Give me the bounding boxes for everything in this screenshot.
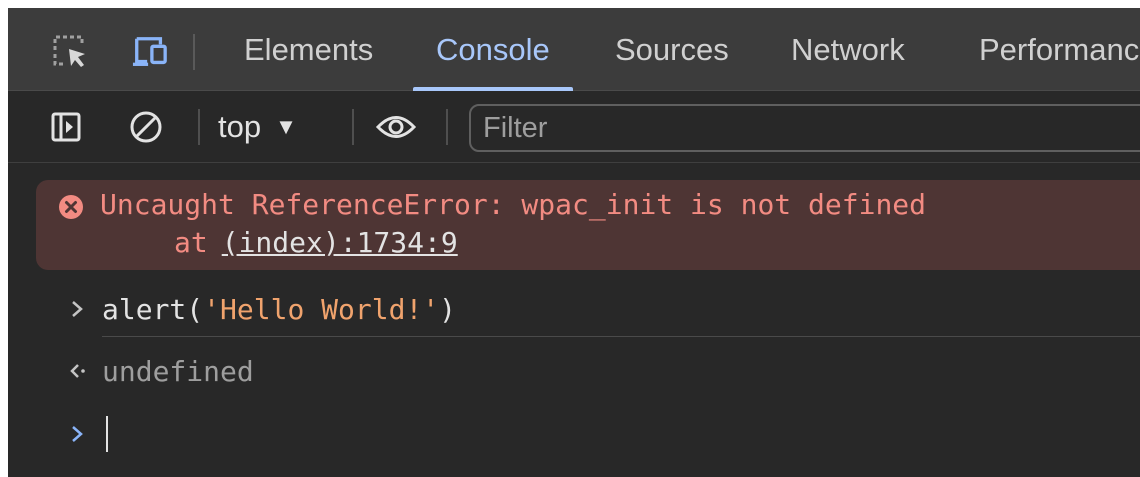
devtools-panel: Elements Console Sources Network Perform… <box>8 8 1140 477</box>
toolbar-separator <box>446 109 448 145</box>
error-message: Uncaught ReferenceError: wpac_init is no… <box>36 180 1140 270</box>
inspect-element-icon[interactable] <box>52 34 88 70</box>
text-cursor <box>106 416 108 452</box>
code-paren: ) <box>439 292 457 326</box>
tab-label: Network <box>791 31 905 67</box>
tab-label: Performanc <box>979 31 1140 67</box>
return-arrow-icon <box>64 343 90 399</box>
console-input-entry: alert('Hello World!') <box>8 281 1140 337</box>
toolbar-separator <box>198 109 200 145</box>
filter-input[interactable] <box>469 104 1140 152</box>
stack-at-label: at <box>174 226 208 259</box>
eye-icon[interactable] <box>376 107 416 147</box>
chevron-right-icon <box>64 281 90 337</box>
error-stack: at (index):1734:9 <box>174 226 458 259</box>
console-result-entry: undefined <box>8 343 1140 399</box>
row-divider <box>102 336 1140 337</box>
context-selector[interactable]: top ▼ <box>218 105 297 149</box>
tab-label: Elements <box>244 31 374 67</box>
console-input-code[interactable]: alert('Hello World!') <box>102 281 456 337</box>
prompt-chevron-icon <box>64 403 90 465</box>
tab-performance[interactable]: Performanc <box>979 8 1139 91</box>
tab-label: Console <box>436 31 550 67</box>
dropdown-caret-icon: ▼ <box>275 114 297 139</box>
tab-bar: Elements Console Sources Network Perform… <box>8 8 1140 91</box>
console-prompt-input[interactable] <box>102 403 108 465</box>
error-icon <box>59 195 83 219</box>
console-messages: Uncaught ReferenceError: wpac_init is no… <box>8 163 1140 477</box>
tab-console[interactable]: Console <box>413 8 573 91</box>
tab-elements[interactable]: Elements <box>244 8 373 91</box>
toolbar-separator <box>193 34 195 70</box>
clear-console-icon[interactable] <box>126 107 166 147</box>
console-toolbar: top ▼ <box>8 91 1140 163</box>
tab-label: Sources <box>615 31 729 67</box>
code-string: 'Hello World!' <box>203 292 440 326</box>
tab-sources[interactable]: Sources <box>615 8 729 91</box>
sidebar-toggle-icon[interactable] <box>46 107 86 147</box>
code-function: alert( <box>102 292 204 326</box>
toolbar-separator <box>352 109 354 145</box>
error-text: Uncaught ReferenceError: wpac_init is no… <box>100 188 927 221</box>
context-selector-value: top <box>218 109 262 144</box>
console-result-value: undefined <box>102 354 254 388</box>
tab-network[interactable]: Network <box>791 8 905 91</box>
source-location-link[interactable]: (index):1734:9 <box>222 226 458 259</box>
device-toolbar-icon[interactable] <box>132 34 168 70</box>
console-prompt[interactable] <box>8 403 1140 465</box>
